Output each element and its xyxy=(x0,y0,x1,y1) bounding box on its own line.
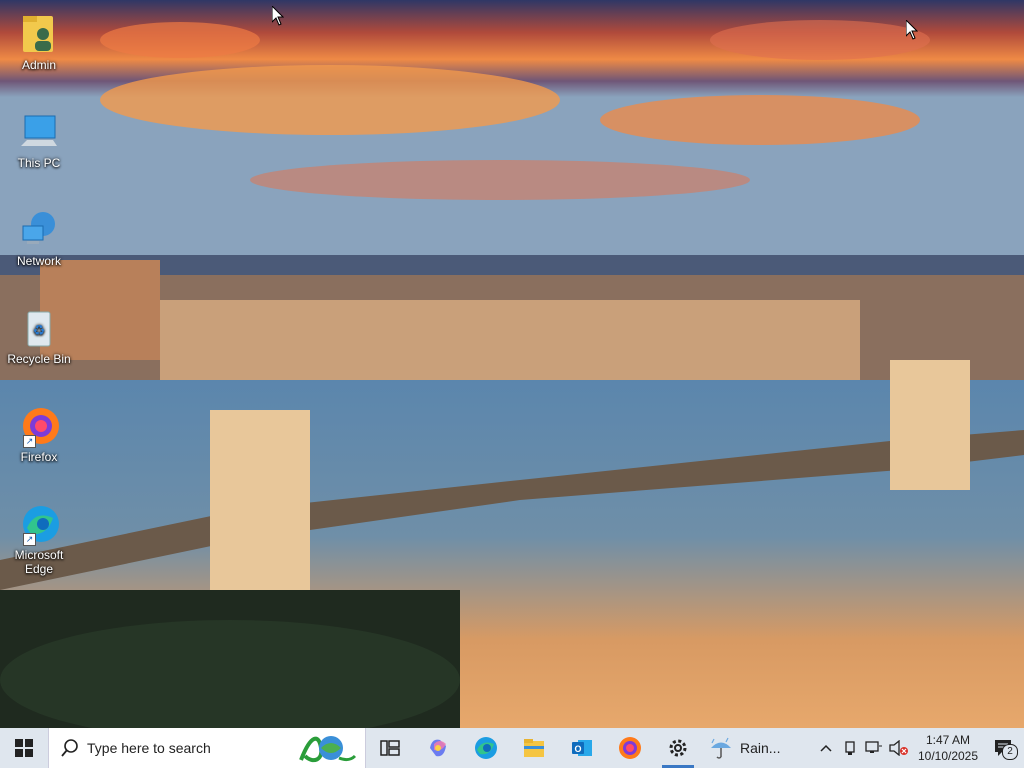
firefox-taskbar-button[interactable] xyxy=(606,728,654,768)
desktop-icon-network[interactable]: Network xyxy=(6,208,72,268)
desktop: Admin This PC Network ♻ Recycle Bin ↗ Fi… xyxy=(0,0,1024,728)
outlook-icon: O xyxy=(572,740,592,756)
copilot-icon xyxy=(430,739,446,757)
shortcut-arrow-icon: ↗ xyxy=(23,435,36,448)
firefox-icon: ↗ xyxy=(17,404,61,448)
settings-taskbar-button[interactable] xyxy=(654,728,702,768)
umbrella-rain-icon xyxy=(711,737,731,759)
task-view-button[interactable] xyxy=(366,728,414,768)
edge-taskbar-button[interactable] xyxy=(462,728,510,768)
edge-icon: ↗ xyxy=(17,502,61,546)
settings-icon xyxy=(669,739,687,757)
network-status-icon xyxy=(865,741,882,753)
user-folder-icon xyxy=(17,12,61,56)
network-tray-button[interactable] xyxy=(862,728,886,768)
recycle-bin-icon: ♻ xyxy=(17,306,61,350)
computer-icon xyxy=(17,110,61,154)
desktop-icon-admin[interactable]: Admin xyxy=(6,12,72,72)
taskbar-search-box[interactable]: Type here to search xyxy=(48,728,366,768)
clock-time: 1:47 AM xyxy=(925,733,971,747)
mouse-cursor-icon xyxy=(272,6,284,26)
file-explorer-icon xyxy=(524,739,544,757)
weather-widget[interactable]: Rain... xyxy=(702,728,786,768)
edge-icon xyxy=(475,737,497,759)
task-view-icon xyxy=(380,740,400,756)
weather-text: Rain... xyxy=(740,740,781,756)
desktop-icon-this-pc[interactable]: This PC xyxy=(6,110,72,170)
desktop-icon-recycle-bin[interactable]: ♻ Recycle Bin xyxy=(6,306,72,366)
taskbar-clock[interactable]: 1:47 AM 10/10/2025 xyxy=(912,732,984,764)
tray-device-button[interactable] xyxy=(838,728,862,768)
svg-text:O: O xyxy=(574,744,581,754)
notification-count-badge: 2 xyxy=(1002,744,1018,760)
shortcut-arrow-icon: ↗ xyxy=(23,533,36,546)
volume-muted-icon xyxy=(889,740,908,756)
start-button[interactable] xyxy=(0,728,48,768)
chevron-up-icon xyxy=(820,744,832,752)
copilot-button[interactable] xyxy=(414,728,462,768)
network-icon xyxy=(17,208,61,252)
volume-tray-button[interactable] xyxy=(886,728,912,768)
show-hidden-icons-button[interactable] xyxy=(814,728,838,768)
search-icon xyxy=(61,739,78,757)
taskbar: Type here to search O Rain... 1:47 AM 10… xyxy=(0,728,1024,768)
clock-date: 10/10/2025 xyxy=(917,749,979,763)
mouse-cursor-icon xyxy=(906,20,918,40)
desktop-icon-firefox[interactable]: ↗ Firefox xyxy=(6,404,72,464)
firefox-icon xyxy=(619,737,641,759)
svg-text:♻: ♻ xyxy=(33,323,46,339)
wallpaper-image xyxy=(0,0,1024,728)
search-highlight-globe-icon xyxy=(299,736,357,763)
file-explorer-button[interactable] xyxy=(510,728,558,768)
notification-center-button[interactable]: 2 xyxy=(984,728,1024,768)
windows-logo-icon xyxy=(15,739,33,757)
desktop-icon-microsoft-edge[interactable]: ↗ Microsoft Edge xyxy=(6,502,72,576)
outlook-button[interactable]: O xyxy=(558,728,606,768)
device-icon xyxy=(845,741,855,755)
system-tray: 1:47 AM 10/10/2025 2 xyxy=(814,728,1024,768)
search-placeholder: Type here to search xyxy=(87,740,211,756)
